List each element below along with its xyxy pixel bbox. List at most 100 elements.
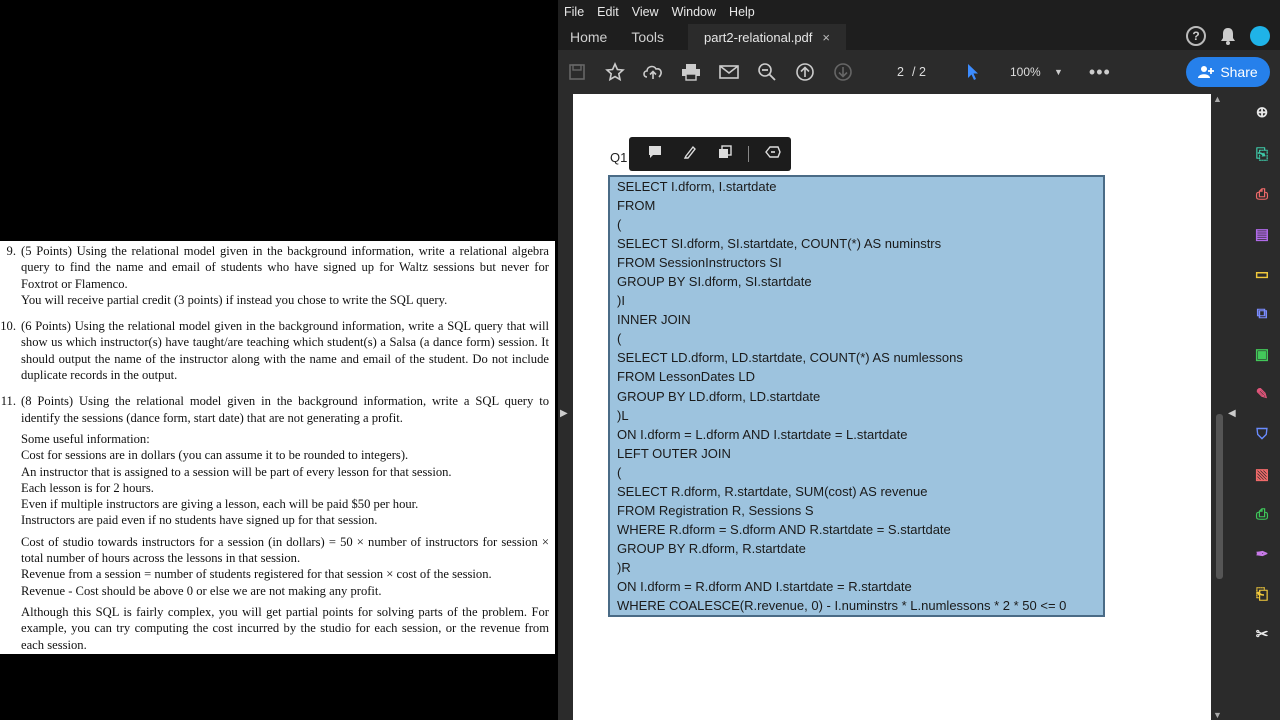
question-number: 11. [0,394,16,409]
sql-line: )I [617,293,625,309]
collapse-right-panel-icon[interactable]: ◀ [1228,408,1236,419]
protect-icon[interactable]: ⛉ [1250,422,1274,446]
copy-icon[interactable] [707,145,742,163]
more-tools-icon[interactable]: ✂ [1250,622,1274,646]
sql-line: FROM [617,198,656,214]
sql-line: WHERE COALESCE(R.revenue, 0) - I.numinst… [617,598,1067,614]
upload-cloud-icon[interactable] [634,52,672,92]
info-line: Cost for sessions are in dollars (you ca… [21,448,409,463]
sql-line: FROM LessonDates LD [617,369,755,385]
question-text: (6 Points) Using the relational model gi… [21,319,549,383]
send-for-review-icon[interactable]: ⎗ [1250,582,1274,606]
close-tab-icon[interactable]: × [822,30,830,45]
fill-sign-icon[interactable]: ✎ [1250,382,1274,406]
print-icon[interactable] [672,52,710,92]
export-pdf-icon[interactable]: ⎘ [1250,142,1274,166]
info-line: Revenue from a session = number of stude… [21,567,492,582]
edit-pdf-icon[interactable]: ▣ [1250,342,1274,366]
previous-page-icon[interactable] [786,52,824,92]
star-icon[interactable] [596,52,634,92]
organize-pages-icon[interactable]: ▤ [1250,222,1274,246]
select-cursor-icon[interactable] [954,52,992,92]
bell-icon[interactable] [1220,27,1236,45]
tab-bar: Home Tools part2-relational.pdf × [558,24,1280,50]
sql-line: WHERE R.dform = S.dform AND R.startdate … [617,521,951,537]
info-line: Instructors are paid even if no students… [21,513,378,528]
tab-tools[interactable]: Tools [619,29,676,45]
scroll-up-icon[interactable]: ▲ [1213,94,1222,104]
zoom-level[interactable]: 100% [1010,65,1050,79]
more-options-icon[interactable]: ••• [1089,62,1111,83]
scroll-thumb[interactable] [1216,414,1223,579]
tools-rail: ⊕ ⎘ ⎙ ▤ ▭ ⧉ ▣ ✎ ⛉ ▧ ⎙ ✒ ⎗ ✂ [1244,92,1280,720]
menu-window[interactable]: Window [672,5,716,19]
vertical-scrollbar[interactable]: ▲ ▼ [1213,94,1225,720]
sign-icon[interactable]: ✒ [1250,542,1274,566]
chevron-down-icon[interactable]: ▼ [1054,67,1063,77]
menu-help[interactable]: Help [729,5,755,19]
add-user-icon [1198,66,1215,78]
collapse-left-panel-icon[interactable]: ▶ [560,408,568,419]
email-icon[interactable] [710,52,748,92]
sql-line: ON I.dform = L.dform AND I.startdate = L… [617,426,908,442]
next-page-icon[interactable] [824,52,862,92]
document-tab-title: part2-relational.pdf [704,29,813,45]
info-line: Even if multiple instructors are giving … [21,497,419,512]
comment-icon[interactable]: ▭ [1250,262,1274,286]
combine-files-icon[interactable]: ⧉ [1250,301,1274,325]
avatar[interactable] [1250,26,1270,46]
sql-line: INNER JOIN [617,312,691,328]
document-view[interactable]: ▶ Q1 SELECT I.dform, I.startdate FROM ( SEL… [558,92,1236,720]
question-9: 9. (5 Points) Using the relational model… [0,243,549,308]
sql-line: ( [617,217,622,233]
print-production-icon[interactable]: ⎙ [1250,502,1274,526]
scroll-down-icon[interactable]: ▼ [1213,710,1222,720]
toolbar-divider [748,146,749,162]
menu-bar: File Edit View Window Help [558,0,1280,24]
sql-line: ON I.dform = R.dform AND I.startdate = R… [617,578,912,594]
pdf-viewer-window: File Edit View Window Help Home Tools pa… [558,0,1280,720]
info-line: An instructor that is assigned to a sess… [21,464,452,479]
question-note: You will receive partial credit (3 point… [21,292,448,307]
search-zoom-icon[interactable]: ⊕ [1250,100,1274,124]
export-icon[interactable]: ▧ [1250,462,1274,486]
question-text: (8 Points) Using the relational model gi… [21,394,549,425]
selection-toolbar [629,137,791,171]
info-line: Some useful information: [21,431,150,446]
sql-line: )R [617,559,631,575]
highlight-pen-icon[interactable] [672,145,707,163]
sql-line: SELECT I.dform, I.startdate [617,179,777,194]
question-label: Q1 [610,150,628,165]
question-11: 11. (8 Points) Using the relational mode… [0,393,549,652]
useful-info: Some useful information: Cost for sessio… [21,431,549,529]
assignment-document: 9. (5 Points) Using the relational model… [0,241,555,654]
menu-view[interactable]: View [632,5,659,19]
menu-edit[interactable]: Edit [597,5,619,19]
question-10: 10. (6 Points) Using the relational mode… [0,318,549,383]
share-label: Share [1220,64,1258,80]
sql-line: )L [617,407,629,423]
page-total: / 2 [912,65,926,79]
selected-sql-text[interactable]: SELECT I.dform, I.startdate FROM (SELECT S… [608,175,1105,617]
help-icon[interactable]: ? [1186,26,1206,46]
page-number-input[interactable]: 2 [870,65,904,79]
tab-home[interactable]: Home [558,29,619,45]
sql-line: ( [617,331,622,347]
sql-line: FROM Registration R, Sessions S [617,502,814,518]
redact-icon[interactable] [755,145,790,163]
tab-document[interactable]: part2-relational.pdf × [688,24,846,50]
sql-line: LEFT OUTER JOIN [617,445,731,461]
save-icon[interactable] [558,52,596,92]
sql-line: FROM SessionInstructors SI [617,255,782,271]
toolbar: 2 / 2 100% ▼ ••• Share [558,52,1280,92]
cost-info: Cost of studio towards instructors for a… [21,534,549,599]
menu-file[interactable]: File [564,5,584,19]
info-line: Revenue - Cost should be above 0 or else… [21,583,382,598]
share-button[interactable]: Share [1186,57,1270,87]
sql-line: SELECT LD.dform, LD.startdate, COUNT(*) … [617,350,963,366]
sql-line: SELECT R.dform, R.startdate, SUM(cost) A… [617,483,928,499]
closing-note: Although this SQL is fairly complex, you… [21,604,549,652]
zoom-out-icon[interactable] [748,52,786,92]
create-pdf-icon[interactable]: ⎙ [1250,182,1274,206]
comment-icon[interactable] [637,145,672,163]
